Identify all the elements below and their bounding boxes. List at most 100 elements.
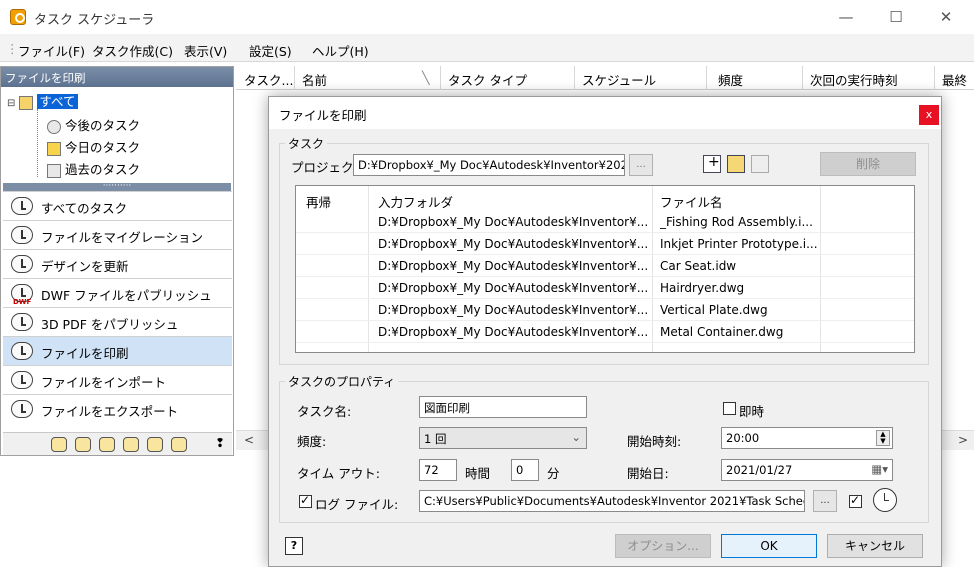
migrate-icon[interactable] — [75, 437, 91, 452]
tree-item-upcoming[interactable]: 今後のタスク — [47, 115, 140, 137]
folder-cell: D:¥Dropbox¥_My Doc¥Autodesk¥Inventor¥... — [378, 325, 648, 339]
task-type-print[interactable]: ファイルを印刷 — [3, 336, 232, 365]
col-last[interactable]: 最終 — [942, 70, 967, 88]
tree-root[interactable]: ⊟ すべて — [7, 91, 78, 113]
publish-dwf-icon[interactable] — [123, 437, 139, 452]
task-type-export[interactable]: ファイルをエクスポート — [3, 394, 232, 432]
task-type-all[interactable]: すべてのタスク — [3, 191, 232, 220]
add-folder-icon[interactable] — [727, 155, 745, 173]
table-row[interactable]: D:¥Dropbox¥_My Doc¥Autodesk¥Inventor¥...… — [296, 212, 914, 233]
table-row[interactable]: D:¥Dropbox¥_My Doc¥Autodesk¥Inventor¥...… — [296, 256, 914, 277]
task-type-label: ファイルをマイグレーション — [41, 230, 204, 245]
close-button[interactable]: ✕ — [926, 4, 966, 30]
options-button[interactable]: オプション... — [615, 534, 711, 558]
menu-view[interactable]: 表示(V) — [184, 41, 227, 60]
help-icon[interactable]: ? — [285, 537, 303, 555]
task-name-input[interactable]: 図面印刷 — [419, 396, 587, 418]
tree-item-today[interactable]: 今日のタスク — [47, 137, 140, 159]
clock-icon — [11, 197, 33, 215]
file-table[interactable]: 再帰 入力フォルダ ファイル名 D:¥Dropbox¥_My Doc¥Autod… — [295, 185, 915, 353]
col-frequency[interactable]: 頻度 — [718, 70, 743, 88]
all-tasks-icon[interactable] — [51, 437, 67, 452]
delete-button[interactable]: 削除 — [820, 152, 916, 176]
task-type-label: すべてのタスク — [41, 201, 128, 216]
table-row[interactable]: D:¥Dropbox¥_My Doc¥Autodesk¥Inventor¥...… — [296, 322, 914, 343]
col-task[interactable]: タスク... — [244, 70, 293, 88]
spinner-icon[interactable]: ▲ ▼ — [876, 430, 890, 446]
log-option-checkbox[interactable] — [849, 493, 862, 508]
task-type-publish-dwf[interactable]: DWF DWF ファイルをパブリッシュ — [3, 278, 232, 307]
start-date-label: 開始日: — [627, 466, 669, 481]
file-cell: _Fishing Rod Assembly.i... — [660, 215, 813, 229]
col-name[interactable]: 名前 — [302, 70, 327, 88]
start-time-input[interactable]: 20:00 ▲ ▼ — [721, 427, 893, 449]
file-cell: Inkjet Printer Prototype.i... — [660, 237, 818, 251]
immediate-checkbox[interactable] — [723, 402, 736, 415]
column-divider[interactable] — [934, 66, 935, 90]
frequency-value: 1 回 — [424, 432, 447, 446]
task-type-publish-3dpdf[interactable]: 3D PDF をパブリッシュ — [3, 307, 232, 336]
timeout-hours-input[interactable]: 72 — [419, 459, 457, 481]
maximize-button[interactable]: ☐ — [876, 4, 916, 30]
sort-icon: ╲ — [422, 70, 430, 85]
task-type-label: ファイルを印刷 — [41, 346, 129, 361]
col-recursive[interactable]: 再帰 — [306, 192, 331, 211]
table-row[interactable]: D:¥Dropbox¥_My Doc¥Autodesk¥Inventor¥...… — [296, 278, 914, 299]
folder-icon — [19, 95, 34, 110]
frequency-select[interactable]: 1 回 ⌄ — [419, 427, 587, 449]
minimize-button[interactable]: — — [826, 4, 866, 30]
col-next-run[interactable]: 次回の実行時刻 — [810, 70, 898, 88]
menu-create-task[interactable]: タスク作成(C) — [92, 41, 173, 60]
table-row[interactable]: D:¥Dropbox¥_My Doc¥Autodesk¥Inventor¥...… — [296, 300, 914, 321]
column-divider[interactable] — [440, 66, 441, 90]
project-field[interactable]: D:¥Dropbox¥_My Doc¥Autodesk¥Inventor¥202… — [353, 154, 625, 176]
start-date-picker[interactable]: 2021/01/27 ▦▾ — [721, 459, 893, 481]
column-divider[interactable] — [706, 66, 707, 90]
folder-cell: D:¥Dropbox¥_My Doc¥Autodesk¥Inventor¥... — [378, 259, 648, 273]
task-type-update-design[interactable]: デザインを更新 — [3, 249, 232, 278]
timeout-minutes-input[interactable]: 0 — [511, 459, 539, 481]
scroll-left-arrow[interactable]: < — [244, 433, 254, 447]
column-divider[interactable] — [802, 66, 803, 90]
cancel-button[interactable]: キャンセル — [827, 534, 923, 558]
log-browse-button[interactable]: ... — [813, 490, 837, 512]
project-browse-button[interactable]: ... — [629, 154, 653, 176]
lightning-icon — [11, 255, 33, 273]
menu-help[interactable]: ヘルプ(H) — [312, 41, 369, 60]
log-file-input[interactable]: C:¥Users¥Public¥Documents¥Autodesk¥Inven… — [419, 490, 805, 512]
col-task-type[interactable]: タスク タイプ — [448, 70, 527, 88]
update-design-icon[interactable] — [99, 437, 115, 452]
panel-splitter[interactable]: ·········· — [3, 182, 231, 191]
left-panel-header: ファイルを印刷 — [1, 67, 233, 87]
more-icon[interactable]: ❢ — [215, 436, 225, 450]
add-file-icon[interactable]: + — [703, 154, 721, 173]
tree-item-past[interactable]: 過去のタスク — [47, 159, 140, 181]
column-divider[interactable] — [574, 66, 575, 90]
col-file-name[interactable]: ファイル名 — [660, 192, 723, 211]
log-file-checkbox[interactable] — [299, 493, 312, 508]
timeout-label: タイム アウト: — [297, 466, 380, 481]
print-icon[interactable] — [171, 437, 187, 452]
table-row[interactable]: D:¥Dropbox¥_My Doc¥Autodesk¥Inventor¥...… — [296, 234, 914, 255]
ok-button[interactable]: OK — [721, 534, 817, 558]
publish-pdf-icon[interactable] — [147, 437, 163, 452]
task-type-migrate[interactable]: ファイルをマイグレーション — [3, 220, 232, 249]
task-name-label: タスク名: — [297, 404, 352, 419]
file-cell: Car Seat.idw — [660, 259, 737, 273]
dialog-close-button[interactable]: x — [919, 105, 939, 125]
tree-item-label: 過去のタスク — [64, 162, 140, 177]
col-input-folder[interactable]: 入力フォルダ — [378, 192, 453, 211]
collapse-icon[interactable]: ⊟ — [7, 98, 15, 109]
task-group-label: タスク — [285, 135, 328, 152]
menu-settings[interactable]: 設定(S) — [249, 41, 292, 60]
scroll-right-arrow[interactable]: > — [958, 433, 968, 447]
calendar-dropdown-icon[interactable]: ▦▾ — [871, 462, 888, 476]
column-divider[interactable] — [294, 66, 295, 90]
clock-icon[interactable] — [873, 488, 897, 512]
folder-cell: D:¥Dropbox¥_My Doc¥Autodesk¥Inventor¥... — [378, 215, 648, 229]
col-schedule[interactable]: スケジュール — [582, 70, 656, 88]
task-type-import[interactable]: ファイルをインポート — [3, 365, 232, 394]
menu-file[interactable]: ファイル(F) — [18, 41, 85, 60]
today-icon — [47, 141, 61, 156]
start-date-value: 2021/01/27 — [726, 463, 793, 477]
